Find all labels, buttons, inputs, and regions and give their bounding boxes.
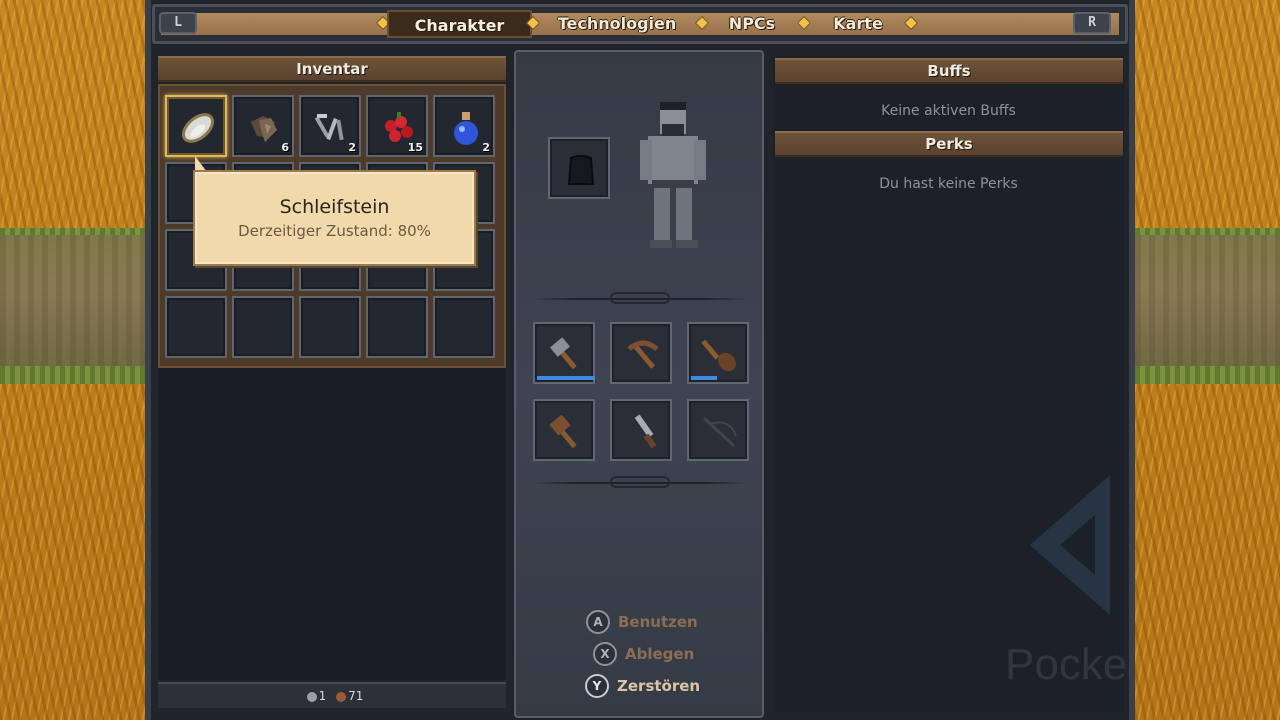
whetstone-icon [181, 113, 215, 143]
item-count: 6 [281, 141, 289, 154]
inventory-slot[interactable] [165, 95, 227, 157]
knife-icon [634, 414, 657, 449]
grass-edge [0, 366, 145, 384]
shirt-icon [567, 155, 595, 185]
inventory-header: Inventar [158, 56, 506, 82]
inventory-slot[interactable] [433, 296, 495, 358]
inventory-slot[interactable]: 15 [366, 95, 428, 157]
silver-count: 1 [318, 689, 327, 703]
inventory-slot[interactable] [232, 296, 294, 358]
item-tooltip: Schleifstein Derzeitiger Zustand: 80% [193, 170, 476, 266]
dirt-path [0, 235, 145, 375]
buffs-empty-text: Keine aktiven Buffs [881, 103, 1016, 119]
drop-action[interactable]: X Ablegen [593, 642, 694, 666]
inventory-slot[interactable]: 6 [232, 95, 294, 157]
inventory-slot[interactable]: 2 [299, 95, 361, 157]
tab-npcs[interactable]: NPCs [718, 10, 786, 38]
tool-slot-pickaxe[interactable] [610, 322, 672, 384]
mallet-icon [549, 414, 577, 449]
wheat-field-right [1135, 0, 1280, 720]
nails-icon [314, 114, 344, 141]
tab-karte[interactable]: Karte [823, 10, 893, 38]
tool-slot-hammer[interactable] [533, 399, 595, 461]
divider-knot [610, 292, 670, 304]
copper-count: 71 [348, 689, 364, 703]
inventory-slot[interactable]: 2 [433, 95, 495, 157]
tool-slot-shovel[interactable] [687, 322, 749, 384]
item-count: 2 [348, 141, 356, 154]
grass-edge [1135, 366, 1280, 384]
perks-header: Perks [775, 131, 1123, 157]
currency-bar: 1 71 [158, 682, 506, 708]
shovel-icon [701, 339, 736, 372]
use-label: Benutzen [618, 613, 698, 631]
item-count: 2 [482, 141, 490, 154]
a-button-icon: A [586, 610, 610, 634]
dirt-path [1135, 235, 1280, 375]
silver-coin-icon [306, 691, 317, 702]
tool-slot-fishing-rod[interactable] [687, 399, 749, 461]
destroy-action[interactable]: Y Zerstören [585, 674, 700, 698]
tooltip-title: Schleifstein [279, 196, 390, 218]
tooltip-condition: Derzeitiger Zustand: 80% [238, 222, 431, 240]
tab-charakter[interactable]: Charakter [387, 10, 532, 38]
x-button-icon: X [593, 642, 617, 666]
fishing-rod-icon [702, 416, 737, 448]
inventory-empty-area [158, 368, 506, 680]
wheat-field-left [0, 0, 145, 720]
buffs-header: Buffs [775, 58, 1123, 84]
tab-technologien[interactable]: Technologien [552, 10, 682, 38]
blue-potion-icon [454, 112, 478, 145]
y-button-icon: Y [585, 674, 609, 698]
right-shoulder-button[interactable]: R [1073, 12, 1111, 34]
character-figure [640, 102, 706, 248]
inventory-slot[interactable] [299, 296, 361, 358]
armor-slot[interactable] [548, 137, 610, 199]
item-count: 15 [407, 141, 423, 154]
left-shoulder-button[interactable]: L [159, 12, 197, 34]
inventory-slot[interactable] [165, 296, 227, 358]
copper-coin-icon [336, 691, 347, 702]
watermark-text: Pocke [1005, 640, 1128, 689]
pickaxe-icon [627, 340, 659, 369]
tool-slot-knife[interactable] [610, 399, 672, 461]
drop-label: Ablegen [625, 645, 695, 663]
tool-slot-axe[interactable] [533, 322, 595, 384]
inventory-slot[interactable] [366, 296, 428, 358]
iron-ore-icon [251, 116, 277, 142]
destroy-label: Zerstören [617, 677, 701, 695]
perks-empty-text: Du hast keine Perks [879, 176, 1018, 192]
divider-knot [610, 476, 670, 488]
watermark-logo [1030, 475, 1110, 615]
hammer-axe-icon [550, 337, 577, 370]
use-action[interactable]: A Benutzen [586, 610, 698, 634]
durability-bar [691, 376, 717, 380]
durability-bar [537, 376, 595, 380]
